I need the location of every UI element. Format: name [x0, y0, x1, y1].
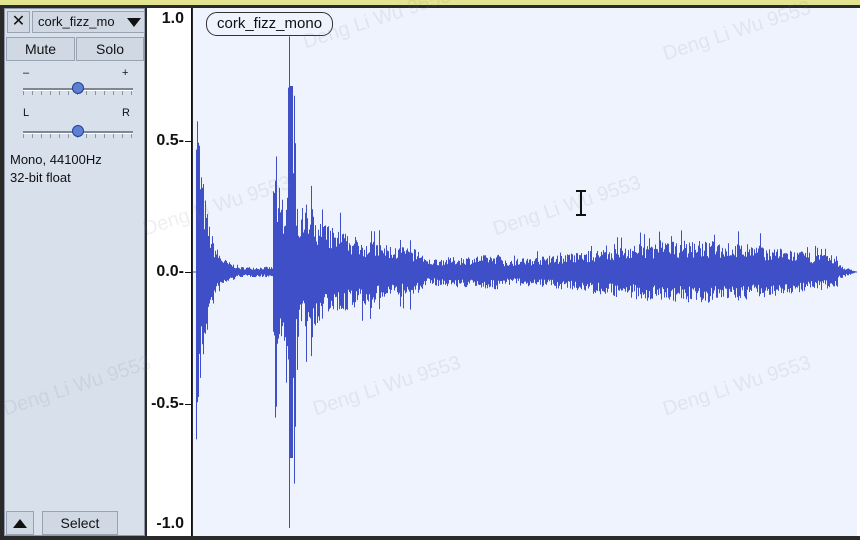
ruler-tick — [185, 272, 191, 273]
close-icon: ✕ — [11, 13, 26, 30]
chevron-down-icon — [127, 18, 141, 27]
pan-slider[interactable] — [23, 125, 133, 139]
triangle-up-icon — [13, 519, 27, 528]
ruler-label-0.5: 0.5- — [156, 132, 184, 149]
ruler-label-minus-1: -1.0 — [156, 515, 184, 532]
gain-plus-label: + — [122, 67, 129, 79]
pan-slider-thumb[interactable] — [72, 125, 84, 137]
ruler-label-0: 0.0- — [156, 263, 184, 280]
mute-button[interactable]: Mute — [6, 37, 75, 61]
audio-editor-window: ✕ cork_fizz_mo Mute Solo – + L R Mono, 4… — [0, 0, 860, 540]
waveform-display[interactable]: cork_fizz_mono — [193, 8, 857, 536]
collapse-track-button[interactable] — [6, 511, 34, 535]
track-format-rate: Mono, 44100Hz — [10, 152, 102, 167]
text-cursor-icon — [576, 190, 586, 216]
ruler-label-minus-0.5: -0.5- — [151, 395, 184, 412]
selection-top-bar — [0, 0, 860, 5]
gain-minus-label: – — [23, 67, 30, 79]
amplitude-ruler: 1.0 0.5- 0.0- -0.5- -1.0 — [147, 8, 192, 536]
ruler-tick — [185, 141, 191, 142]
track-title-bar: ✕ cork_fizz_mo — [6, 10, 145, 34]
track-name-label: cork_fizz_mo — [38, 14, 115, 29]
waveform-graphic — [193, 36, 857, 528]
close-track-button[interactable]: ✕ — [7, 11, 30, 33]
gain-slider[interactable] — [23, 82, 133, 96]
pan-left-label: L — [23, 107, 30, 119]
solo-button[interactable]: Solo — [76, 37, 144, 61]
pan-right-label: R — [122, 107, 130, 119]
ruler-tick — [185, 404, 191, 405]
clip-name-label[interactable]: cork_fizz_mono — [206, 12, 334, 36]
ruler-label-1: 1.0 — [161, 10, 184, 27]
track-format-depth: 32-bit float — [10, 170, 71, 185]
track-control-panel: ✕ cork_fizz_mo Mute Solo – + L R Mono, 4… — [4, 8, 145, 536]
gain-slider-thumb[interactable] — [72, 82, 84, 94]
track-name-menu-button[interactable]: cork_fizz_mo — [32, 11, 145, 33]
waveform-path — [193, 36, 857, 528]
select-track-button[interactable]: Select — [42, 511, 118, 535]
